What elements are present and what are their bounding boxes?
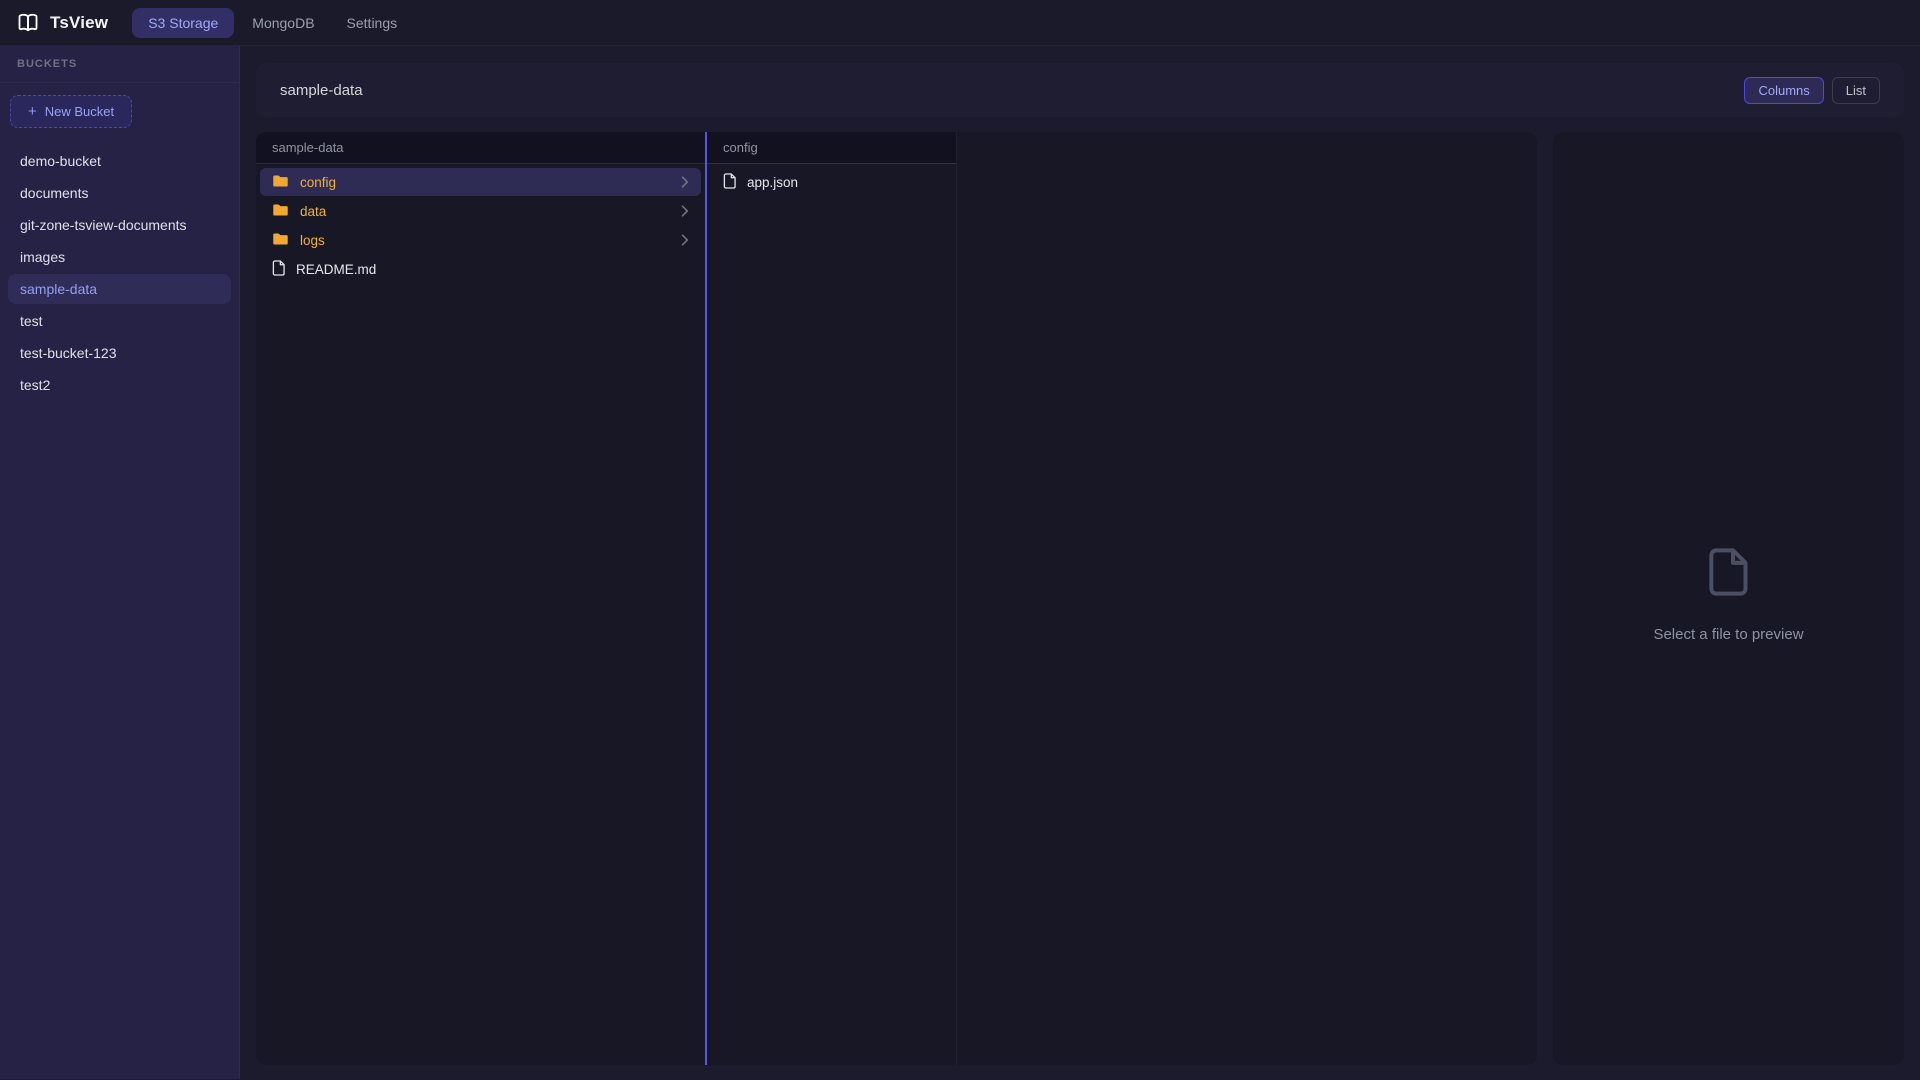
browser-column-sample-data: sample-data config <box>256 132 707 1065</box>
view-toggle: Columns List <box>1744 77 1880 104</box>
new-bucket-label: New Bucket <box>45 104 114 119</box>
file-row-readme[interactable]: README.md <box>260 255 701 283</box>
sidebar-item-documents[interactable]: documents <box>8 178 231 208</box>
columns-view-button[interactable]: Columns <box>1744 77 1823 104</box>
page-title: sample-data <box>280 82 363 99</box>
column-header: config <box>707 132 956 164</box>
file-icon <box>723 173 736 192</box>
column-header: sample-data <box>256 132 705 164</box>
chevron-right-icon <box>681 176 689 188</box>
chevron-right-icon <box>681 234 689 246</box>
column-rows: app.json <box>707 164 956 201</box>
plus-icon: + <box>28 104 37 119</box>
file-icon <box>272 260 285 279</box>
buckets-section-label: BUCKETS <box>17 58 77 70</box>
new-bucket-button[interactable]: + New Bucket <box>10 95 132 128</box>
sidebar-item-test2[interactable]: test2 <box>8 370 231 400</box>
folder-row-logs[interactable]: logs <box>260 226 701 254</box>
nav-tabs: S3 Storage MongoDB Settings <box>128 8 411 38</box>
content: sample-data config <box>256 132 1904 1065</box>
file-row-app-json[interactable]: app.json <box>711 168 952 196</box>
main-area: sample-data Columns List sample-data c <box>240 46 1920 1079</box>
preview-placeholder-text: Select a file to preview <box>1653 626 1803 643</box>
chevron-right-icon <box>681 205 689 217</box>
browser-column-config: config app.json <box>707 132 957 1065</box>
preview-panel: Select a file to preview <box>1553 132 1904 1065</box>
sidebar-item-sample-data[interactable]: sample-data <box>8 274 231 304</box>
sidebar-item-test-bucket-123[interactable]: test-bucket-123 <box>8 338 231 368</box>
sidebar-item-demo-bucket[interactable]: demo-bucket <box>8 146 231 176</box>
sidebar: BUCKETS + New Bucket demo-bucket documen… <box>0 46 240 1079</box>
sidebar-body: + New Bucket demo-bucket documents git-z… <box>0 83 239 414</box>
item-name: app.json <box>747 175 798 190</box>
open-book-icon <box>16 12 40 34</box>
sidebar-item-images[interactable]: images <box>8 242 231 272</box>
item-name: logs <box>300 233 325 248</box>
folder-row-data[interactable]: data <box>260 197 701 225</box>
nav-tab-mongodb[interactable]: MongoDB <box>238 8 328 38</box>
page-header: sample-data Columns List <box>256 63 1904 117</box>
column-rows: config data <box>256 164 705 288</box>
folder-icon <box>272 203 289 220</box>
item-name: README.md <box>296 262 376 277</box>
app-brand: TsView <box>16 12 108 34</box>
sidebar-item-test[interactable]: test <box>8 306 231 336</box>
item-name: config <box>300 175 336 190</box>
app-title: TsView <box>50 13 108 33</box>
nav-tab-s3-storage[interactable]: S3 Storage <box>132 8 234 38</box>
sidebar-section-header: BUCKETS <box>0 46 239 83</box>
folder-icon <box>272 174 289 191</box>
app-shell: BUCKETS + New Bucket demo-bucket documen… <box>0 46 1920 1079</box>
bucket-list: demo-bucket documents git-zone-tsview-do… <box>8 146 231 400</box>
folder-row-config[interactable]: config <box>260 168 701 196</box>
sidebar-item-git-zone-tsview-documents[interactable]: git-zone-tsview-documents <box>8 210 231 240</box>
browser-empty-space <box>957 132 1537 1065</box>
file-icon <box>1708 547 1748 600</box>
preview-empty-state: Select a file to preview <box>1653 547 1803 643</box>
folder-icon <box>272 232 289 249</box>
nav-tab-settings[interactable]: Settings <box>333 8 412 38</box>
list-view-button[interactable]: List <box>1832 77 1880 104</box>
top-nav: TsView S3 Storage MongoDB Settings <box>0 0 1920 46</box>
file-browser-panel: sample-data config <box>256 132 1537 1065</box>
item-name: data <box>300 204 326 219</box>
